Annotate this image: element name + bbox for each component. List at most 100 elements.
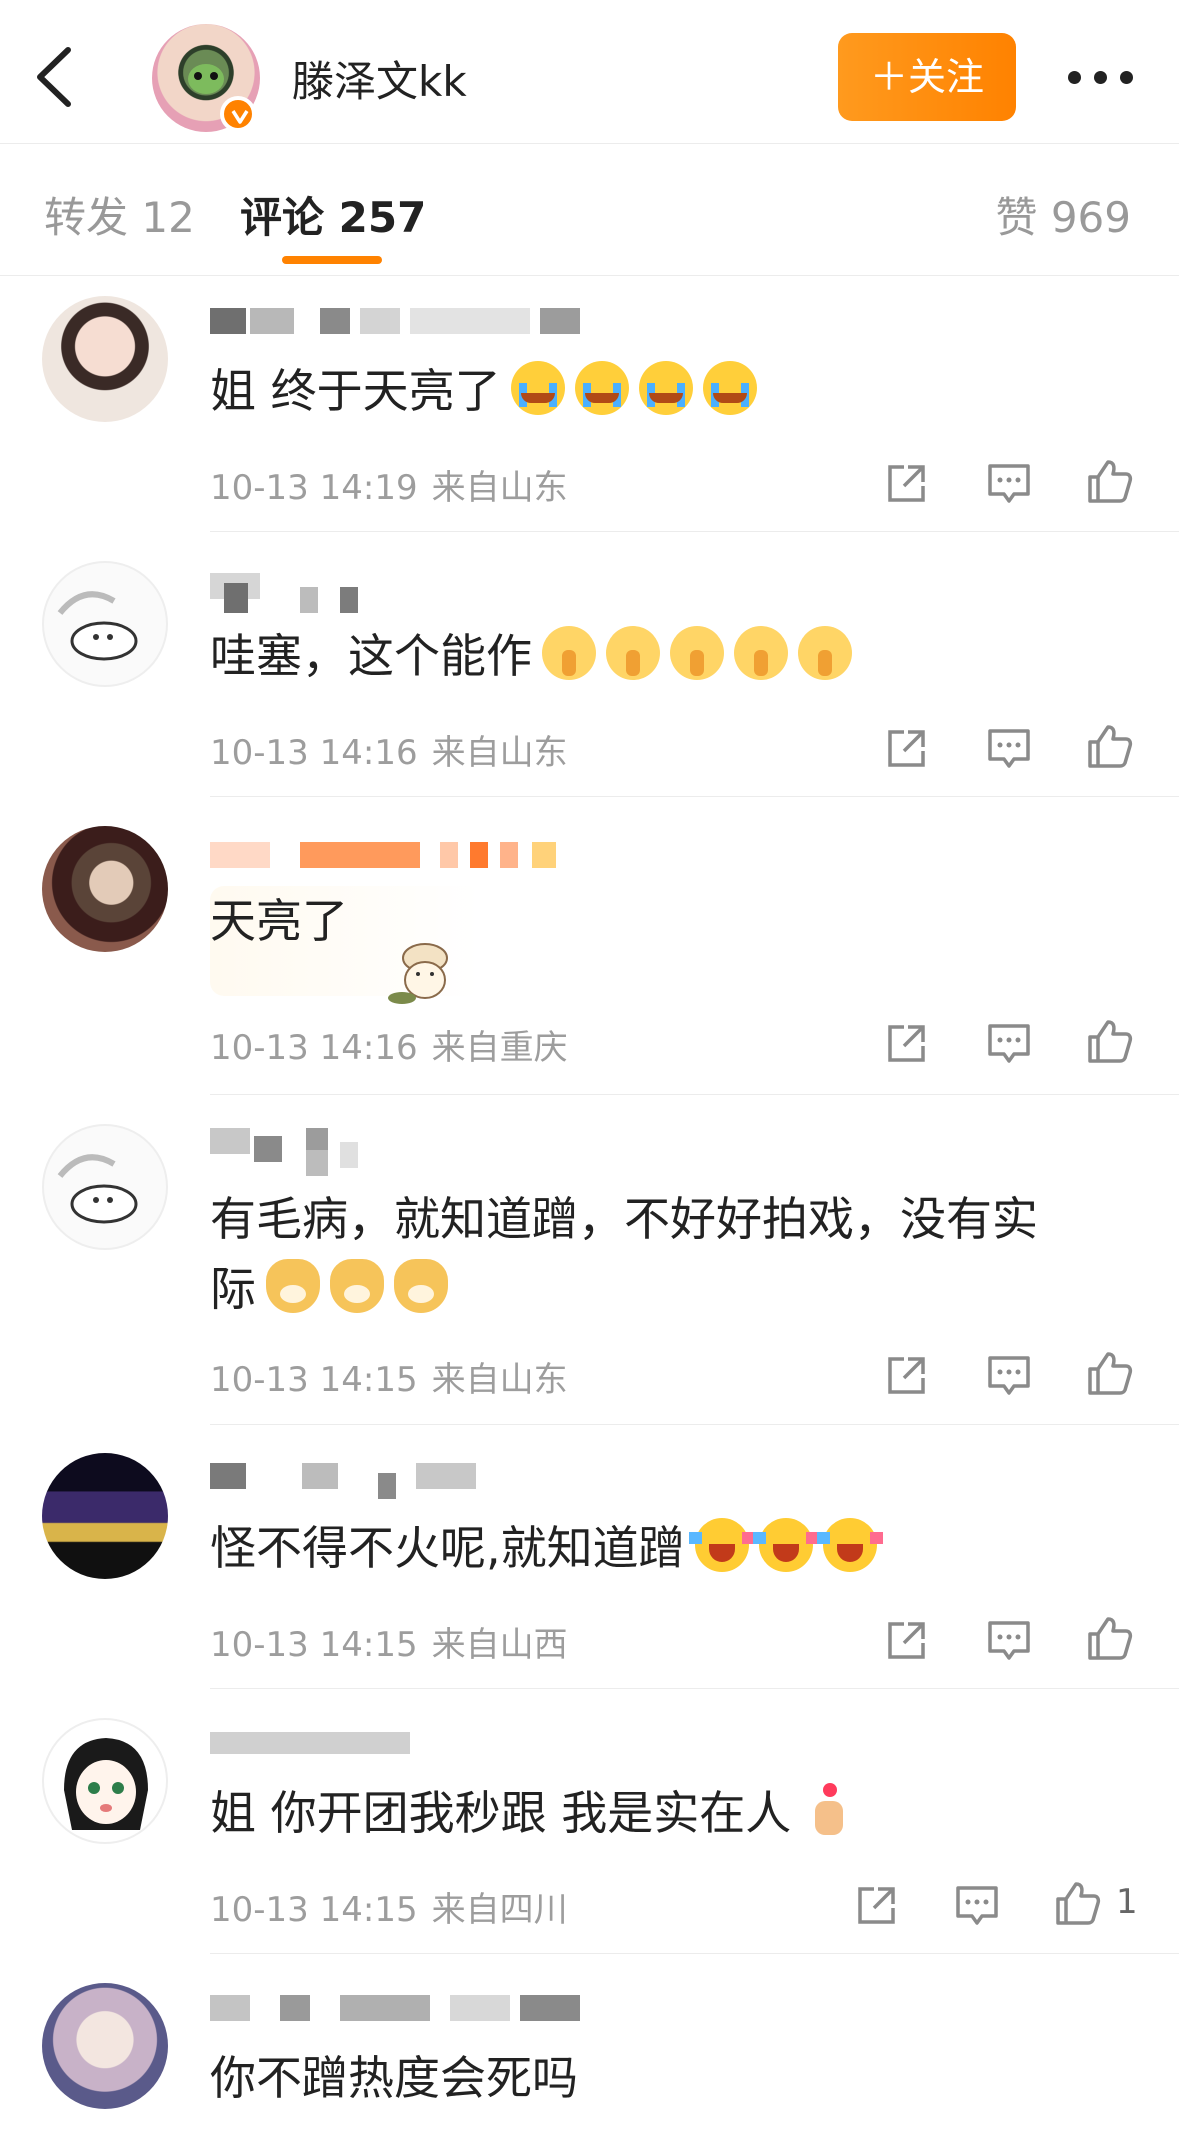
tab-repost[interactable]: 转发 12 [44,184,195,245]
comment-icon[interactable] [952,1880,1002,1930]
avatar-eye [210,72,218,80]
thumbs-up-icon[interactable] [1084,721,1134,771]
divider [210,1424,1179,1425]
avatar[interactable] [42,1124,168,1250]
user-name[interactable]: 滕泽文kk [292,48,467,109]
thumbs-up-icon[interactable] [1084,1348,1134,1398]
comment-time: 10-13 14:15 [210,1890,418,1930]
comment-meta: 10-13 14:15 来自山西 [210,1617,568,1666]
comment-time: 10-13 14:16 [210,1028,418,1068]
avatar-face [188,64,224,94]
comment-body-cont: 际 [210,1262,256,1316]
comment-location: 来自山东 [431,1360,568,1400]
avatar[interactable] [42,1983,168,2109]
pleading-face-icon [798,626,852,680]
comment-time: 10-13 14:19 [210,468,418,508]
crying-face-icon [510,361,565,415]
crying-face-icon [574,361,629,415]
share-icon[interactable] [852,1880,902,1930]
cat-avatar-icon [57,1154,138,1224]
comment-body: 姐 你开团我秒跟 我是实在人 [210,1786,792,1840]
pleading-face-icon [606,626,660,680]
avatar[interactable] [42,1718,168,1844]
tab-like[interactable]: 赞 969 [995,184,1131,245]
like-count: 1 [1116,1882,1138,1922]
comment-meta: 10-13 14:15 来自山东 [210,1352,568,1401]
avatar-eye [194,72,202,80]
divider [210,531,1179,532]
comment-body: 天亮了 [210,894,348,948]
share-icon[interactable] [882,723,932,773]
comment-text: 姐 终于天亮了 [210,356,1140,426]
share-icon[interactable] [882,1018,932,1068]
divider [210,1953,1179,1954]
comment-time: 10-13 14:16 [210,733,418,773]
active-tab-indicator [282,256,382,264]
laughing-face-icon [752,1518,819,1572]
doge-face-icon [394,1259,448,1313]
cat-avatar-icon [57,591,138,661]
comment-meta: 10-13 14:15 来自四川 [210,1882,568,1931]
comment-icon[interactable] [984,1018,1034,1068]
comment-body: 姐 终于天亮了 [210,364,501,418]
doge-face-icon [266,1259,320,1313]
avatar[interactable] [42,826,168,952]
chevron-left-icon [37,47,71,107]
comment-icon[interactable] [984,1350,1034,1400]
doge-face-icon [330,1259,384,1313]
pleading-face-icon [670,626,724,680]
avatar[interactable] [42,561,168,687]
comment-text: 姐 你开团我秒跟 我是实在人 [210,1778,1140,1848]
tab-comment[interactable]: 评论 257 [240,184,426,245]
comment-text: 天亮了 [210,886,1140,956]
share-icon[interactable] [882,458,932,508]
anime-girl-avatar-icon [64,1738,148,1830]
comment-text: 怪不得不火呢,就知道蹭 [210,1513,1140,1583]
comment-body: 哇塞，这个能作 [210,629,532,683]
thumbs-up-icon[interactable] [1084,1016,1134,1066]
crying-face-icon [702,361,757,415]
divider [210,1094,1179,1095]
comment-text: 哇塞，这个能作 [210,621,1140,691]
share-icon[interactable] [882,1350,932,1400]
comment-location: 来自重庆 [431,1028,568,1068]
comment-location: 来自山东 [431,733,568,773]
comment-icon[interactable] [984,1615,1034,1665]
comment-body: 有毛病，就知道蹭，不好好拍戏，没有实 [210,1192,1038,1246]
verified-badge-icon [220,96,256,132]
divider [210,1688,1179,1689]
finger-heart-icon [801,1783,855,1837]
thumbs-up-icon[interactable] [1084,456,1134,506]
more-dots-icon [1068,71,1081,84]
avatar[interactable] [42,296,168,422]
thumbs-up-icon[interactable] [1052,1878,1102,1928]
comment-body: 怪不得不火呢,就知道蹭 [210,1521,685,1575]
comment-icon[interactable] [984,458,1034,508]
pleading-face-icon [734,626,788,680]
more-button[interactable] [1066,62,1136,92]
laughing-face-icon [688,1518,755,1572]
comment-body: 你不蹭热度会死吗 [210,2051,578,2105]
follow-button[interactable]: ＋关注 [838,33,1016,121]
comment-text: 有毛病，就知道蹭，不好好拍戏，没有实际 [210,1184,1140,1324]
comment-time: 10-13 14:15 [210,1360,418,1400]
crying-face-icon [638,361,693,415]
comment-meta: 10-13 14:19 来自山东 [210,460,568,509]
comment-time: 10-13 14:15 [210,1625,418,1665]
avatar[interactable] [42,1453,168,1579]
top-bar: 滕泽文kk ＋关注 [0,0,1179,144]
divider [210,796,1179,797]
more-dots-icon [1120,71,1133,84]
comment-meta: 10-13 14:16 来自重庆 [210,1020,568,1069]
pleading-face-icon [542,626,596,680]
back-button[interactable] [26,42,86,112]
comment-location: 来自山东 [431,468,568,508]
laughing-face-icon [816,1518,883,1572]
comment-meta: 10-13 14:16 来自山东 [210,725,568,774]
thumbs-up-icon[interactable] [1084,1613,1134,1663]
comment-text: 你不蹭热度会死吗 [210,2043,1140,2113]
comment-location: 来自四川 [431,1890,568,1930]
share-icon[interactable] [882,1615,932,1665]
comment-location: 来自山西 [431,1625,568,1665]
comment-icon[interactable] [984,723,1034,773]
